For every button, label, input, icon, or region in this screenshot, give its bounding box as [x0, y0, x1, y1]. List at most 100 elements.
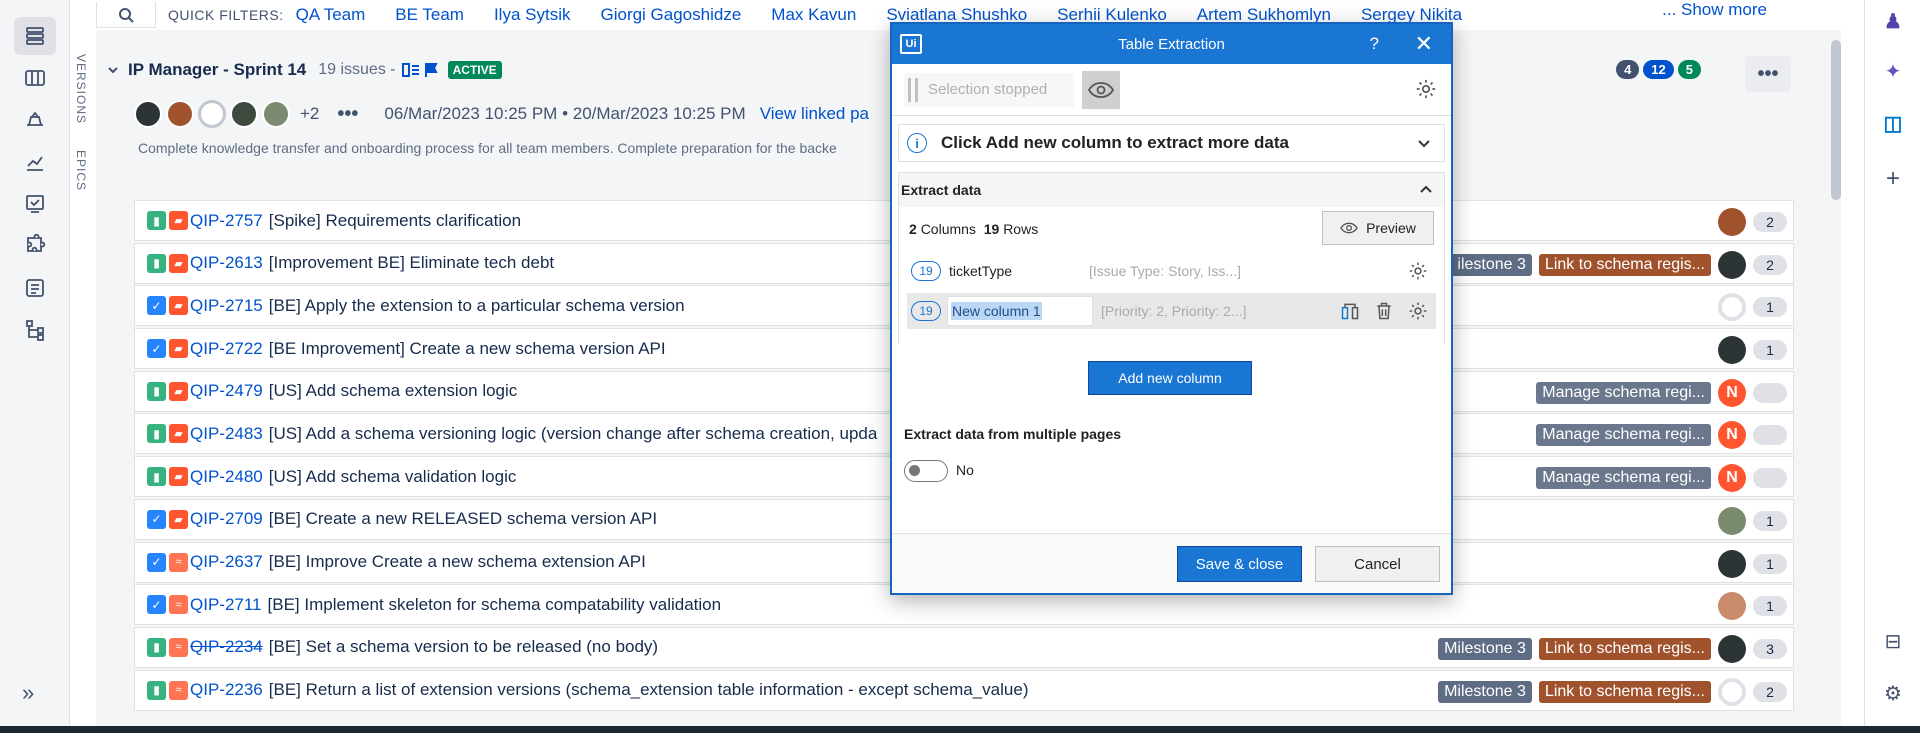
view-linked-pages-link[interactable]: View linked pa: [760, 104, 869, 124]
info-banner[interactable]: i Click Add new column to extract more d…: [898, 124, 1445, 162]
add-icon[interactable]: +: [1880, 165, 1906, 192]
issue-summary[interactable]: [US] Add a schema versioning logic (vers…: [269, 424, 878, 444]
story-points-badge[interactable]: [1753, 382, 1787, 403]
quick-filter-be-team[interactable]: BE Team: [395, 5, 464, 25]
preview-button[interactable]: Preview: [1322, 211, 1434, 245]
epic-lozenge[interactable]: Manage schema regi...: [1536, 424, 1711, 447]
sprint-more-actions-button[interactable]: •••: [1745, 56, 1791, 92]
column-settings-gear-icon[interactable]: [1408, 261, 1428, 281]
story-points-badge[interactable]: 1: [1753, 596, 1787, 617]
issues-list-icon[interactable]: [14, 269, 56, 307]
issue-key[interactable]: QIP-2722: [190, 339, 263, 359]
issue-key[interactable]: QIP-2236: [190, 680, 263, 700]
issue-summary[interactable]: [Spike] Requirements clarification: [269, 211, 521, 231]
column-settings-gear-icon[interactable]: [1408, 301, 1428, 321]
assignee-avatar[interactable]: [1718, 336, 1746, 365]
issue-summary[interactable]: [US] Add schema extension logic: [269, 381, 518, 401]
copilot-icon[interactable]: ✦: [1880, 58, 1906, 84]
story-points-badge[interactable]: [1753, 468, 1787, 489]
settings-gear-icon[interactable]: [1415, 78, 1437, 100]
issue-key[interactable]: QIP-2757: [190, 211, 263, 231]
story-points-badge[interactable]: [1753, 425, 1787, 446]
column-name-input[interactable]: New column 1: [947, 296, 1093, 326]
selection-status[interactable]: Selection stopped: [904, 72, 1074, 107]
issue-summary[interactable]: [BE] Return a list of extension versions…: [269, 680, 1029, 700]
assignee-avatar[interactable]: [1718, 677, 1746, 706]
issue-summary[interactable]: [BE] Apply the extension to a particular…: [269, 296, 685, 316]
board-view-icon[interactable]: [401, 62, 420, 78]
issue-summary[interactable]: [BE] Create a new RELEASED schema versio…: [269, 509, 657, 529]
edit-column-icon[interactable]: [1340, 301, 1360, 321]
save-and-close-button[interactable]: Save & close: [1177, 546, 1302, 582]
more-members[interactable]: +2: [300, 104, 319, 124]
issue-key[interactable]: QIP-2479: [190, 381, 263, 401]
quick-filter-max-kavun[interactable]: Max Kavun: [771, 5, 856, 25]
reports-icon[interactable]: [14, 143, 56, 181]
backlog-icon[interactable]: [14, 17, 56, 55]
issue-key[interactable]: QIP-2234: [190, 637, 263, 657]
assignee-avatar[interactable]: N: [1718, 421, 1746, 450]
cancel-button[interactable]: Cancel: [1315, 546, 1440, 582]
issue-summary[interactable]: [US] Add schema validation logic: [269, 467, 517, 487]
quick-filter-ilya-sytsik[interactable]: Ilya Sytsik: [494, 5, 571, 25]
add-new-column-button[interactable]: Add new column: [1088, 361, 1252, 395]
releases-icon[interactable]: [14, 101, 56, 139]
assignee-avatar[interactable]: [1718, 250, 1746, 279]
epic-lozenge[interactable]: Manage schema regi...: [1536, 467, 1711, 490]
side-panel-icon[interactable]: ⊟: [1880, 628, 1906, 654]
epic-lozenge[interactable]: Link to schema regis...: [1538, 253, 1711, 276]
issue-row[interactable]: ▮ ≈ QIP-2236 [BE] Return a list of extensio…: [134, 669, 1794, 711]
assignee-avatar[interactable]: N: [1718, 464, 1746, 493]
issue-key[interactable]: QIP-2483: [190, 424, 263, 444]
avatar[interactable]: [198, 100, 226, 128]
story-points-badge[interactable]: 2: [1753, 681, 1787, 702]
column-row-ticket-type[interactable]: 19 ticketType [Issue Type: Story, Iss...…: [907, 253, 1436, 289]
column-row-new-column-1[interactable]: 19 New column 1 [Priority: 2, Priority: …: [907, 293, 1436, 329]
issue-row[interactable]: ▮ ≈ QIP-2234 [BE] Set a schema version to b…: [134, 626, 1794, 668]
assignee-avatar[interactable]: [1718, 592, 1746, 621]
story-points-badge[interactable]: 1: [1753, 510, 1787, 531]
members-menu-icon[interactable]: •••: [337, 103, 358, 126]
avatar[interactable]: [230, 100, 258, 128]
issue-key[interactable]: QIP-2480: [190, 467, 263, 487]
delete-icon[interactable]: [1374, 301, 1394, 321]
issue-summary[interactable]: [BE Improvement] Create a new schema ver…: [269, 339, 666, 359]
issue-key[interactable]: QIP-2709: [190, 509, 263, 529]
assignee-avatar[interactable]: [1718, 634, 1746, 663]
quick-filter-qa-team[interactable]: QA Team: [296, 5, 366, 25]
quick-filter-giorgi-gagoshidze[interactable]: Giorgi Gagoshidze: [600, 5, 741, 25]
story-points-badge[interactable]: 1: [1753, 297, 1787, 318]
story-points-badge[interactable]: 1: [1753, 553, 1787, 574]
flag-icon[interactable]: [424, 62, 438, 78]
scrollbar[interactable]: [1831, 40, 1841, 200]
collapse-chevron-icon[interactable]: [106, 63, 120, 77]
fix-version-lozenge[interactable]: ilestone 3: [1451, 253, 1532, 276]
close-icon[interactable]: ✕: [1415, 31, 1433, 57]
issue-key[interactable]: QIP-2637: [190, 552, 263, 572]
column-name[interactable]: ticketType: [949, 263, 1089, 279]
assignee-avatar[interactable]: N: [1718, 378, 1746, 407]
avatar[interactable]: [134, 100, 162, 128]
assignee-avatar[interactable]: [1718, 208, 1746, 236]
issue-key[interactable]: QIP-2613: [190, 253, 263, 273]
story-points-badge[interactable]: 2: [1753, 212, 1787, 232]
tab-versions[interactable]: VERSIONS: [74, 54, 88, 124]
expand-sidebar-icon[interactable]: »: [22, 680, 34, 706]
assignee-avatar[interactable]: [1718, 549, 1746, 578]
highlight-toggle-button[interactable]: [1082, 70, 1120, 109]
issue-summary[interactable]: [BE] Implement skeleton for schema compa…: [268, 595, 722, 615]
epic-lozenge[interactable]: Link to schema regis...: [1538, 680, 1711, 703]
issue-summary[interactable]: [BE] Improve Create a new schema extensi…: [269, 552, 646, 572]
issue-key[interactable]: QIP-2711: [190, 595, 262, 615]
multiple-pages-toggle[interactable]: [904, 460, 948, 482]
avatar[interactable]: [166, 100, 194, 128]
search-icon[interactable]: [96, 2, 156, 28]
checklist-icon[interactable]: [14, 185, 56, 223]
assignee-avatar[interactable]: [1718, 506, 1746, 535]
epic-lozenge[interactable]: Manage schema regi...: [1536, 381, 1711, 404]
apps-icon[interactable]: [14, 227, 56, 265]
fix-version-lozenge[interactable]: Milestone 3: [1438, 637, 1532, 660]
profile-icon[interactable]: ♟: [1880, 8, 1906, 34]
outlook-icon[interactable]: ◫: [1880, 110, 1906, 136]
issue-summary[interactable]: [BE] Set a schema version to be released…: [269, 637, 658, 657]
